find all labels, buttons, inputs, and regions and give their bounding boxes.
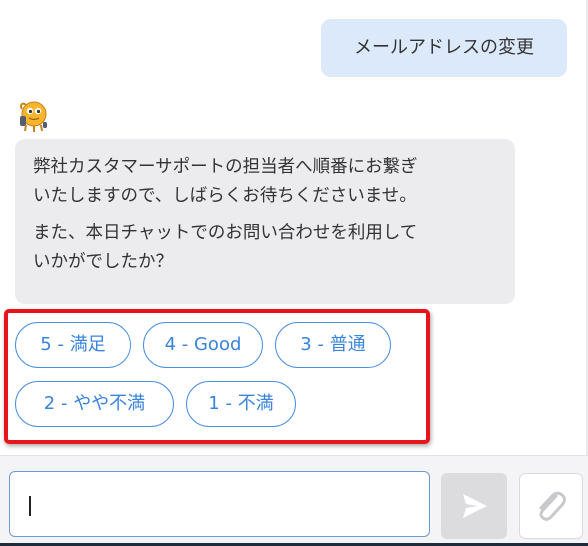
bot-message-paragraph: また、本日チャットでのお問い合わせを利用して いかがでしたか？ [33,219,497,277]
chat-transcript: メールアドレスの変更 弊社カスタマーサポートの担当者へ順番にお繋ぎ いたしますの… [0,0,588,455]
bot-message-line: 弊社カスタマーサポートの担当者へ順番にお繋ぎ [33,157,418,177]
bot-message-bubble: 弊社カスタマーサポートの担当者へ順番にお繋ぎ いたしますので、しばらくお待ちくだ… [15,139,515,304]
bot-message-paragraph: 弊社カスタマーサポートの担当者へ順番にお繋ぎ いたしますので、しばらくお待ちくだ… [33,153,497,211]
bot-avatar-icon [19,101,47,132]
composer-bar [0,455,588,546]
send-button[interactable] [441,473,507,539]
bot-message-line: いたしますので、しばらくお待ちくださいませ。 [33,186,417,206]
user-message-bubble: メールアドレスの変更 [321,19,567,77]
user-message-text: メールアドレスの変更 [354,37,534,58]
attach-button[interactable] [519,473,583,539]
bot-message-line: いかがでしたか？ [33,252,173,272]
message-input[interactable] [9,471,430,537]
highlight-box [4,309,430,444]
bot-message-line: また、本日チャットでのお問い合わせを利用して [33,223,418,243]
text-caret [29,496,31,516]
send-icon [463,494,487,518]
paperclip-icon [539,491,566,521]
